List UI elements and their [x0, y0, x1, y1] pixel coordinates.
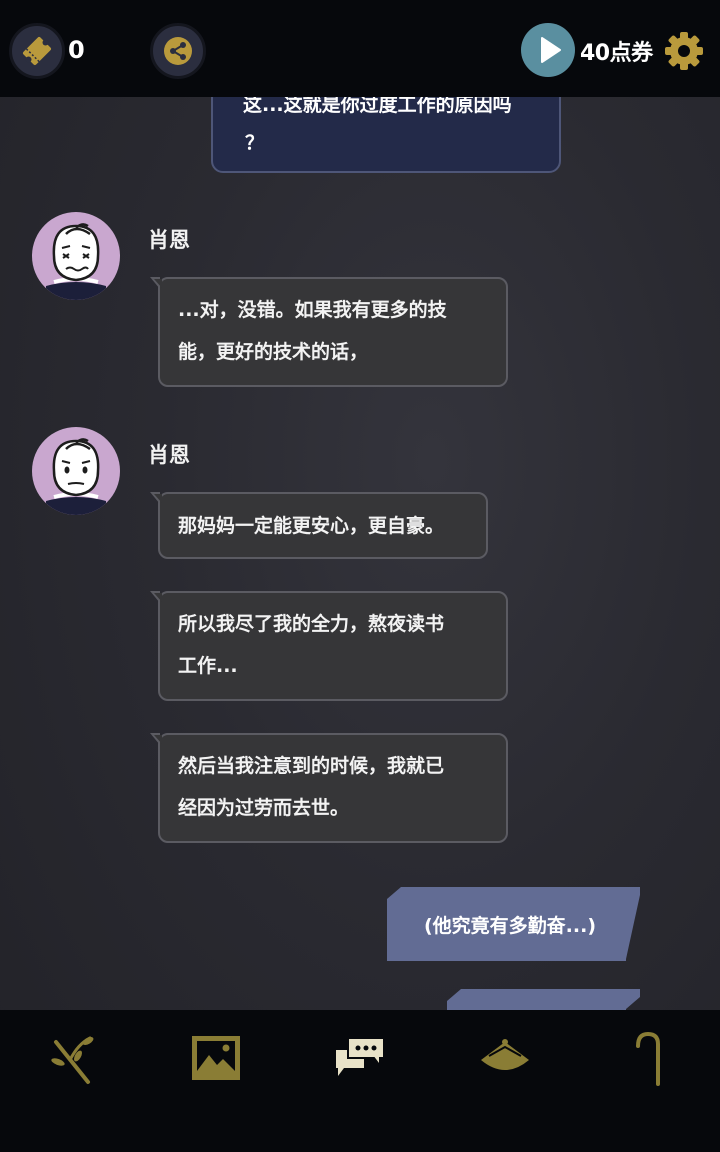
message-line: 经因为过劳而去世。: [178, 797, 350, 819]
sean-calm-face-icon: [46, 438, 106, 515]
branch-icon[interactable]: [48, 1032, 98, 1086]
npc-message-bubble: 然后当我注意到的时候，我就已 经因为过劳而去世。: [150, 733, 508, 843]
ticket-icon: [22, 36, 52, 66]
npc-message-bubble: ...对，没错。如果我有更多的技 能，更好的技术的话，: [150, 277, 508, 387]
message-line: 然后当我注意到的时候，我就已: [178, 755, 445, 777]
speaker-name: 肖恩: [148, 228, 190, 252]
bottom-nav: [0, 1010, 720, 1152]
avatar-sean-calm: [32, 427, 120, 515]
message-line: ...对，没错。如果我有更多的技: [178, 299, 447, 321]
message-text: ？: [245, 132, 265, 154]
player-message-bubble: (他究竟有多勤奋...): [387, 887, 640, 961]
message-line: 那妈妈一定能更安心，更自豪。: [178, 515, 445, 537]
play-icon: [541, 37, 561, 63]
ticket-count: 0: [68, 36, 85, 64]
sean-worried-face-icon: [46, 223, 106, 300]
speaker-name: 肖恩: [148, 443, 190, 467]
message-line: 工作...: [178, 655, 238, 677]
ticket-button[interactable]: [9, 23, 65, 79]
hat-icon[interactable]: [479, 1038, 531, 1078]
share-button[interactable]: [150, 23, 206, 79]
gallery-icon[interactable]: [191, 1035, 241, 1081]
avatar-sean-worried: [32, 212, 120, 300]
cane-icon[interactable]: [628, 1030, 668, 1088]
share-icon: [164, 37, 192, 65]
npc-message-bubble: 所以我尽了我的全力，熬夜读书 工作...: [150, 591, 508, 701]
play-video-button[interactable]: [521, 23, 575, 77]
chat-icon[interactable]: [334, 1036, 386, 1078]
top-bar: 0 40点券: [0, 0, 720, 97]
points-label[interactable]: 40点券: [580, 35, 653, 67]
npc-message-bubble: 那妈妈一定能更安心，更自豪。: [150, 492, 488, 559]
player-message-text: (他究竟有多勤奋...): [424, 915, 597, 937]
game-screen: 这...这就是你过度工作的原因吗 ？ 肖恩 ...对，没错。如果我有更多的技 能…: [0, 0, 720, 1152]
message-line: 所以我尽了我的全力，熬夜读书: [178, 613, 445, 635]
message-line: 能，更好的技术的话，: [178, 341, 369, 363]
gear-icon[interactable]: [664, 31, 704, 71]
